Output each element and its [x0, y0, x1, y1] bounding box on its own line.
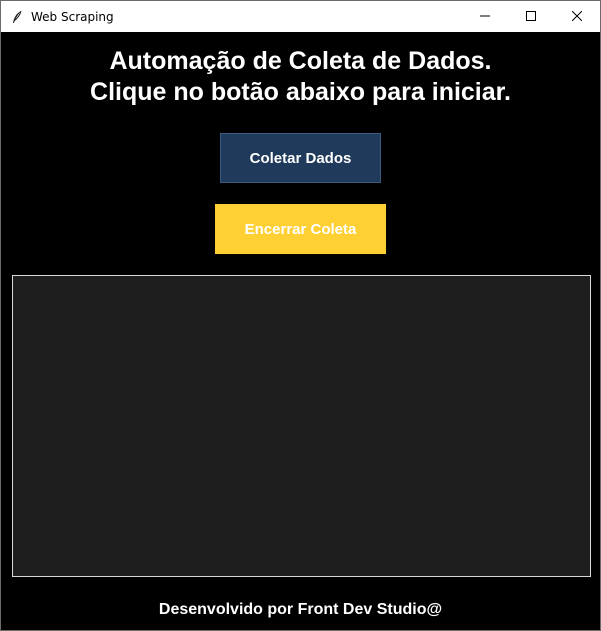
collect-data-button[interactable]: Coletar Dados	[220, 133, 381, 183]
heading-line-2: Clique no botão abaixo para iniciar.	[90, 78, 511, 106]
log-output-area[interactable]	[12, 275, 591, 577]
maximize-button[interactable]	[508, 1, 554, 32]
app-window: Web Scraping Automação de Coleta de Dado…	[0, 0, 601, 631]
close-icon	[571, 8, 583, 26]
maximize-icon	[526, 8, 536, 26]
footer-credit: Desenvolvido por Front Dev Studio@	[158, 601, 443, 618]
feather-icon	[9, 9, 25, 25]
title-bar[interactable]: Web Scraping	[1, 1, 600, 32]
minimize-button[interactable]	[462, 1, 508, 32]
page-heading: Automação de Coleta de Dados. Clique no …	[1, 46, 600, 108]
window-title: Web Scraping	[31, 9, 114, 24]
main-content: Automação de Coleta de Dados. Clique no …	[1, 32, 600, 630]
heading-line-1: Automação de Coleta de Dados.	[109, 47, 492, 75]
close-button[interactable]	[554, 1, 600, 32]
window-controls	[462, 1, 600, 32]
stop-collection-button[interactable]: Encerrar Coleta	[215, 204, 386, 254]
minimize-icon	[480, 8, 490, 26]
